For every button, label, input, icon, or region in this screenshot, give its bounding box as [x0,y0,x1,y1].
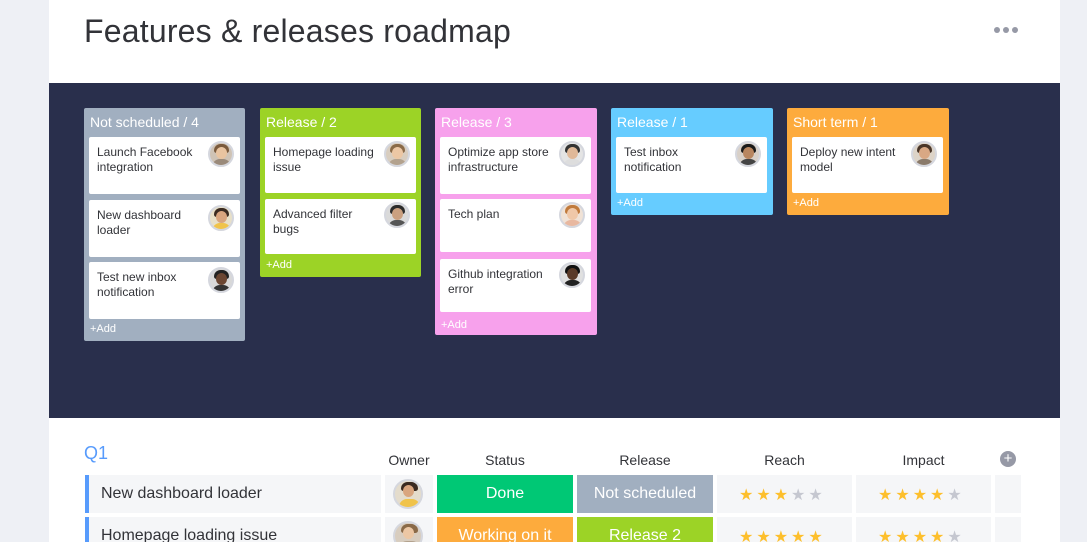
card[interactable]: Test new inbox notification [89,262,240,319]
row-name[interactable]: New dashboard loader [85,475,381,513]
release-cell[interactable]: Release 2 [577,517,713,542]
empty-cell [995,475,1021,513]
column-release-2: Release / 2 Homepage loading issue Advan… [260,108,421,277]
avatar[interactable] [393,479,423,509]
column-header: Short term / 1 [793,114,878,130]
card-title: New dashboard loader [97,208,182,237]
reach-rating[interactable]: ★★★★★ [717,517,852,542]
column-header-owner: Owner [388,452,430,468]
table-group: Q1 Owner Status Release Reach Impact + N… [49,418,1060,542]
card-title: Github integration error [448,267,543,296]
star-icon[interactable]: ★ [913,487,930,504]
column-not-scheduled: Not scheduled / 4 Launch Facebook integr… [84,108,245,341]
column-release-1: Release / 1 Test inbox notification +Add [611,108,773,215]
star-icon[interactable]: ★ [756,487,773,504]
star-icon[interactable]: ★ [739,529,756,542]
card[interactable]: Github integration error [440,259,591,312]
impact-rating[interactable]: ★★★★★ [856,517,991,542]
card-title: Advanced filter bugs [273,207,353,236]
column-header: Not scheduled / 4 [90,114,199,130]
column-header: Release / 1 [617,114,688,130]
column-header-status: Status [485,452,525,468]
card[interactable]: New dashboard loader [89,200,240,257]
card-title: Deploy new intent model [800,145,896,174]
avatar[interactable] [735,141,761,167]
status-cell[interactable]: Done [437,475,573,513]
row-name[interactable]: Homepage loading issue [85,517,381,542]
star-icon[interactable]: ★ [930,487,947,504]
avatar[interactable] [559,202,585,228]
star-icon[interactable]: ★ [913,529,930,542]
column-short-term: Short term / 1 Deploy new intent model +… [787,108,949,215]
column-header-reach: Reach [764,452,805,468]
card-title: Homepage loading issue [273,145,374,174]
page-title: Features & releases roadmap [84,13,511,49]
star-icon[interactable]: ★ [930,529,947,542]
add-card-button[interactable]: +Add [441,319,467,331]
column-header-impact: Impact [902,452,945,468]
card[interactable]: Optimize app store infrastructure [440,137,591,194]
column-header-release: Release [619,452,671,468]
star-icon[interactable]: ★ [878,529,895,542]
star-icon[interactable]: ★ [895,529,912,542]
add-card-button[interactable]: +Add [793,197,819,209]
add-card-button[interactable]: +Add [266,259,292,271]
card-title: Optimize app store infrastructure [448,145,549,174]
card[interactable]: Advanced filter bugs [265,199,416,254]
card[interactable]: Launch Facebook integration [89,137,240,194]
column-header: Release / 2 [266,114,337,130]
add-column-icon[interactable]: + [1000,451,1016,467]
star-icon[interactable]: ★ [756,529,773,542]
avatar[interactable] [559,262,585,288]
header: Features & releases roadmap [49,0,1060,83]
avatar[interactable] [559,141,585,167]
avatar[interactable] [384,141,410,167]
star-icon[interactable]: ★ [947,529,964,542]
star-icon[interactable]: ★ [774,487,791,504]
card[interactable]: Deploy new intent model [792,137,943,193]
add-card-button[interactable]: +Add [617,197,643,209]
card[interactable]: Tech plan [440,199,591,252]
card[interactable]: Homepage loading issue [265,137,416,193]
star-icon[interactable]: ★ [774,529,791,542]
add-card-button[interactable]: +Add [90,323,116,335]
column-release-3: Release / 3 Optimize app store infrastru… [435,108,597,335]
kanban-board: Not scheduled / 4 Launch Facebook integr… [49,83,1060,418]
avatar[interactable] [208,141,234,167]
reach-rating[interactable]: ★★★★★ [717,475,852,513]
card-title: Test inbox notification [624,145,682,174]
star-icon[interactable]: ★ [791,529,808,542]
avatar[interactable] [208,205,234,231]
avatar[interactable] [208,267,234,293]
star-icon[interactable]: ★ [791,487,808,504]
avatar[interactable] [393,521,423,542]
card[interactable]: Test inbox notification [616,137,767,193]
star-icon[interactable]: ★ [895,487,912,504]
star-icon[interactable]: ★ [878,487,895,504]
owner-cell[interactable] [385,517,433,542]
owner-cell[interactable] [385,475,433,513]
card-title: Tech plan [448,207,500,221]
card-title: Test new inbox notification [97,270,177,299]
avatar[interactable] [384,202,410,228]
star-icon[interactable]: ★ [808,487,825,504]
impact-rating[interactable]: ★★★★★ [856,475,991,513]
roadmap-panel: Features & releases roadmap Not schedule… [49,0,1060,542]
star-icon[interactable]: ★ [947,487,964,504]
status-cell[interactable]: Working on it [437,517,573,542]
card-title: Launch Facebook integration [97,145,193,174]
more-horizontal-icon[interactable] [994,22,1022,38]
star-icon[interactable]: ★ [808,529,825,542]
avatar[interactable] [911,141,937,167]
group-title[interactable]: Q1 [84,443,108,464]
column-header: Release / 3 [441,114,512,130]
star-icon[interactable]: ★ [739,487,756,504]
empty-cell [995,517,1021,542]
release-cell[interactable]: Not scheduled [577,475,713,513]
